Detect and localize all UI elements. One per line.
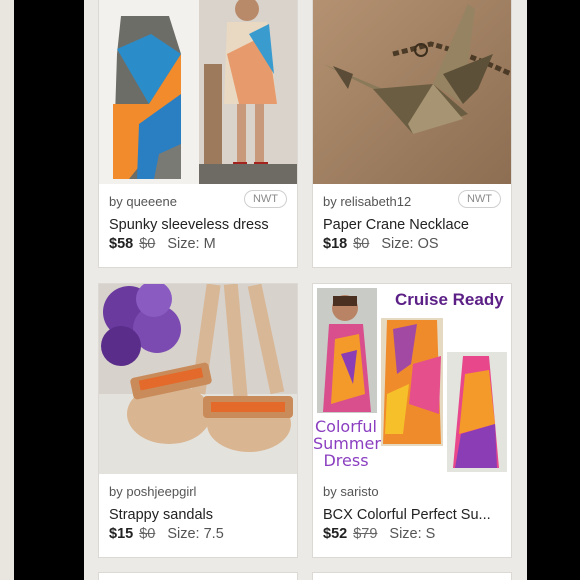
image-headline: Cruise Ready [395,290,504,309]
listing-card[interactable]: by queeene NWT Spunky sleeveless dress $… [98,0,298,268]
seller-name[interactable]: by saristo [323,484,379,499]
listing-card[interactable]: by relisabeth12 NWT Paper Crane Necklace… [312,0,512,268]
listing-size: Size: 7.5 [167,526,224,542]
listing-image[interactable] [99,284,297,474]
image-caption-line: Colorful [315,417,377,436]
listing-size: Size: OS [381,236,439,252]
left-border [0,0,14,580]
listing-title[interactable]: Paper Crane Necklace [323,217,501,233]
price-row: $18 $0 Size: OS [323,236,439,252]
listing-card-partial[interactable] [312,572,512,580]
nwt-badge: NWT [457,190,501,208]
price-row: $58 $0 Size: M [109,236,216,252]
listing-grid[interactable]: by queeene NWT Spunky sleeveless dress $… [84,0,527,580]
listing-price: $15 [109,526,134,542]
listing-price: $58 [109,236,134,252]
seller-name[interactable]: by relisabeth12 [323,194,411,209]
price-row: $15 $0 Size: 7.5 [109,526,224,542]
original-price: $0 [139,526,156,542]
seller-name[interactable]: by queeene [109,194,177,209]
image-caption-line: Summer [313,434,381,453]
listing-card[interactable]: by poshjeepgirl Strappy sandals $15 $0 Siz… [98,283,298,558]
original-price: $0 [139,236,156,252]
listing-card-partial[interactable] [98,572,298,580]
image-caption: Colorful Summer Dress [313,417,381,470]
seller-name[interactable]: by poshjeepgirl [109,484,196,499]
image-caption-line: Dress [323,451,369,470]
listing-title[interactable]: Spunky sleeveless dress [109,217,287,233]
listing-card[interactable]: Cruise Ready Colorful Summer Dress by sa… [312,283,512,558]
listing-size: Size: S [389,526,436,542]
listing-title[interactable]: BCX Colorful Perfect Su... [323,507,501,523]
original-price: $0 [353,236,370,252]
listing-image[interactable] [99,0,297,184]
listing-price: $52 [323,526,348,542]
price-row: $52 $79 Size: S [323,526,435,542]
nwt-badge: NWT [243,190,287,208]
listing-size: Size: M [167,236,216,252]
listing-price: $18 [323,236,348,252]
listing-title[interactable]: Strappy sandals [109,507,287,523]
listing-image[interactable]: Cruise Ready Colorful Summer Dress [313,284,511,474]
listing-image[interactable] [313,0,511,184]
original-price: $79 [353,526,378,542]
